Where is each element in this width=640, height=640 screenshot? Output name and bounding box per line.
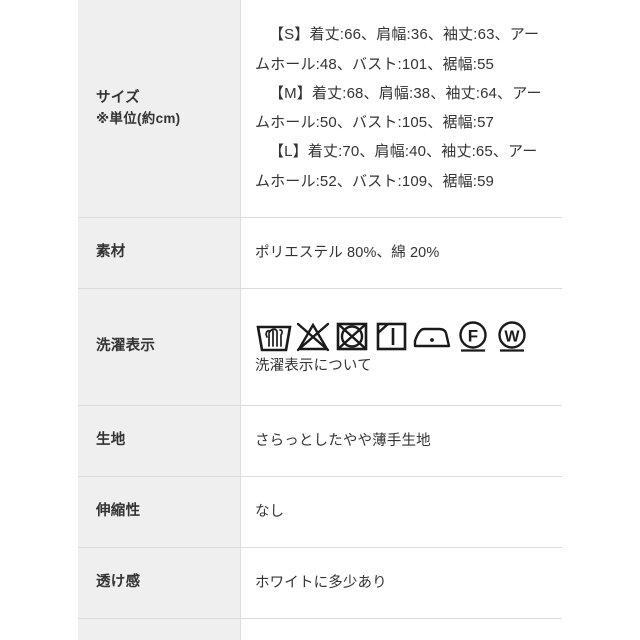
svg-text:F: F <box>468 326 479 345</box>
row-value-stretch: なし <box>240 476 562 548</box>
row-value-material: ポリエステル 80%、綿 20% <box>240 217 562 289</box>
table-row-lining: 裏地 なし <box>78 618 562 640</box>
row-label-stretch: 伸縮性 <box>78 476 241 548</box>
size-line-s: 【S】着丈:66、肩幅:36、袖丈:63、アームホール:48、バスト:101、裾… <box>255 26 540 73</box>
do-not-tumble-dry-icon <box>333 319 371 353</box>
row-label-wash: 洗濯表示 <box>78 288 241 406</box>
row-value-fabric: さらっとしたやや薄手生地 <box>240 405 562 477</box>
table-row-fabric: 生地 さらっとしたやや薄手生地 <box>78 405 562 477</box>
table-row-material: 素材 ポリエステル 80%、綿 20% <box>78 217 562 289</box>
table-row-sheerness: 透け感 ホワイトに多少あり <box>78 547 562 619</box>
row-label-material: 素材 <box>78 217 241 289</box>
table-row-wash: 洗濯表示 F W 洗濯表示について <box>78 288 562 406</box>
row-value-sheerness: ホワイトに多少あり <box>240 547 562 619</box>
row-value-size: 【S】着丈:66、肩幅:36、袖丈:63、アームホール:48、バスト:101、裾… <box>240 0 562 218</box>
row-label-sheerness: 透け感 <box>78 547 241 619</box>
row-label-fabric: 生地 <box>78 405 241 477</box>
wet-clean-w-icon: W <box>493 319 531 353</box>
row-value-wash: F W 洗濯表示について <box>240 288 562 406</box>
row-label-size-main: サイズ <box>96 89 140 106</box>
svg-text:W: W <box>504 328 520 345</box>
table-row-size: サイズ ※単位(約cm) 【S】着丈:66、肩幅:36、袖丈:63、アームホール… <box>78 0 562 218</box>
product-spec-page: サイズ ※単位(約cm) 【S】着丈:66、肩幅:36、袖丈:63、アームホール… <box>0 0 640 640</box>
row-label-size: サイズ ※単位(約cm) <box>78 0 241 218</box>
size-line-m: 【M】着丈:68、肩幅:38、袖丈:64、アームホール:50、バスト:105、裾… <box>255 84 542 131</box>
table-row-stretch: 伸縮性 なし <box>78 476 562 548</box>
drip-dry-in-shade-icon <box>372 319 410 353</box>
iron-low-heat-icon <box>411 319 453 353</box>
do-not-bleach-icon <box>294 319 332 353</box>
care-note-link[interactable]: 洗濯表示について <box>255 357 548 376</box>
product-spec-table: サイズ ※単位(約cm) 【S】着丈:66、肩幅:36、袖丈:63、アームホール… <box>78 0 562 640</box>
row-label-size-sub: ※単位(約cm) <box>96 110 181 126</box>
dry-clean-f-icon: F <box>454 319 492 353</box>
hand-wash-icon <box>255 319 293 353</box>
size-line-l: 【L】着丈:70、肩幅:40、袖丈:65、アームホール:52、バスト:109、裾… <box>255 143 538 190</box>
row-value-lining: なし <box>240 618 562 640</box>
care-symbol-list: F W <box>255 319 548 353</box>
row-label-lining: 裏地 <box>78 618 241 640</box>
